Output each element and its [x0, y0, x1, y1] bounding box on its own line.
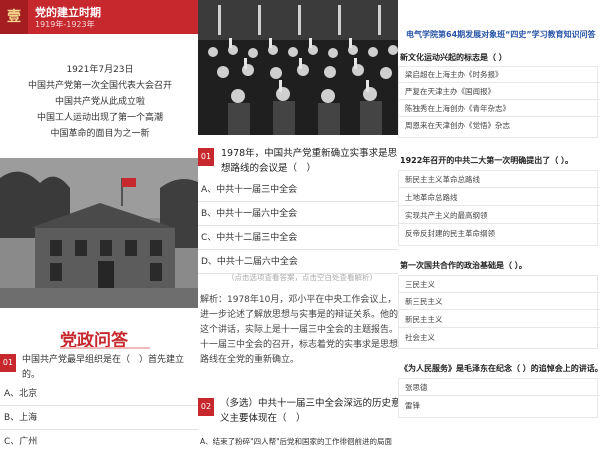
question-text: 第一次国共合作的政治基础是（ ）。 [400, 261, 527, 270]
period-title: 党的建立时期 [35, 6, 101, 19]
answer-explanation: 解析：1978年10月，邓小平在中央工作会议上，进一步论述了解放思想与实事是的辩… [200, 295, 399, 365]
answer-option-a[interactable]: A、结束了粉碎"四人帮"后党和国家的工作徘徊前进的局面 [200, 436, 404, 447]
answer-option[interactable]: 周恩来在天津创办《觉悟》杂志 [398, 118, 600, 134]
question-number-badge: 01 [0, 354, 16, 372]
answer-option[interactable]: 雷锋 [398, 398, 600, 414]
intro-line: 1921年7月23日 [66, 65, 134, 75]
question-number-badge: 01 [198, 148, 214, 166]
meeting-vote-photo [198, 0, 406, 135]
intro-line: 中国共产党从此成立啦 [54, 97, 145, 107]
left-screenshot-panel: 壹 党的建立时期 1919年-1923年 1921年7月23日 中国共产党第一次… [0, 0, 205, 449]
period-years: 1919年-1923年 [35, 20, 95, 29]
question-text: 新文化运动兴起的标志是（ ） [400, 53, 507, 62]
middle-screenshot-panel: 01 1978年，中国共产党重新确立实事求是思想路线的会议是（ ） A、中共十一… [198, 0, 406, 449]
answer-option[interactable]: 严复在天津主办《国闻报》 [398, 84, 600, 100]
answer-option[interactable]: 新三民主义 [398, 294, 600, 310]
right-screenshot-panel: 电气学院第64期发展对象班“四史”学习教育知识问答 新文化运动兴起的标志是（ ）… [398, 0, 600, 449]
answer-option[interactable]: 反帝反封建的民主革命纲领 [398, 226, 600, 242]
question-number-badge: 02 [198, 398, 214, 416]
answer-option[interactable]: 新民主主义 [398, 312, 600, 328]
answer-option-b[interactable]: B、上海 [0, 406, 200, 430]
question-text: 1922年召开的中共二大第一次明确提出了（ ）。 [400, 156, 574, 165]
answer-option[interactable]: 陈独秀在上海创办《青年杂志》 [398, 101, 600, 117]
answer-option[interactable]: 土地革命总路线 [398, 190, 600, 206]
answer-option[interactable]: 社会主义 [398, 330, 600, 346]
answer-option-c[interactable]: C、中共十二届三中全会 [198, 226, 406, 250]
answer-option[interactable]: 张思德 [398, 380, 600, 396]
answer-option[interactable]: 梁启超在上海主办《时务报》 [398, 67, 600, 83]
intro-line: 中国共产党第一次全国代表大会召开 [27, 81, 172, 91]
click-hint: （点击选项查看答案，点击空白处查看解析） [227, 273, 377, 282]
question-text: （多选）中共十一届三中全会深远的历史意义主要体现在（ ） [220, 398, 401, 424]
quiz-header: 电气学院第64期发展对象班“四史”学习教育知识问答 [406, 30, 596, 39]
answer-option-d[interactable]: D、中共十二届六中全会 [198, 250, 406, 274]
answer-option[interactable]: 新民主主义革命总路线 [398, 172, 600, 188]
question-text: 中国共产党最早组织是在（ ）首先建立的。 [22, 355, 185, 380]
section-divider [60, 347, 150, 349]
period-header: 壹 党的建立时期 1919年-1923年 [0, 0, 205, 34]
answer-option-b[interactable]: B、中共十一届六中全会 [198, 202, 406, 226]
intro-line: 中国革命的面目为之一新 [50, 129, 150, 139]
question-text: 《为人民服务》是毛泽东在纪念（ ）的追悼会上的讲话。 [400, 364, 600, 373]
intro-line: 中国工人运动出现了第一个高潮 [36, 113, 163, 123]
intro-text: 1921年7月23日 中国共产党第一次全国代表大会召开 中国共产党从此成立啦 中… [0, 62, 200, 142]
answer-option-c[interactable]: C、广州 [0, 430, 200, 449]
answer-option-a[interactable]: A、北京 [0, 382, 200, 406]
historic-building-photo [0, 158, 200, 308]
question-text: 1978年，中国共产党重新确立实事求是思想路线的会议是（ ） [221, 148, 398, 174]
answer-option[interactable]: 实现共产主义的最高纲领 [398, 208, 600, 224]
period-badge: 壹 [0, 0, 28, 34]
answer-option[interactable]: 三民主义 [398, 277, 600, 293]
answer-option-a[interactable]: A、中共十一届三中全会 [198, 178, 406, 202]
